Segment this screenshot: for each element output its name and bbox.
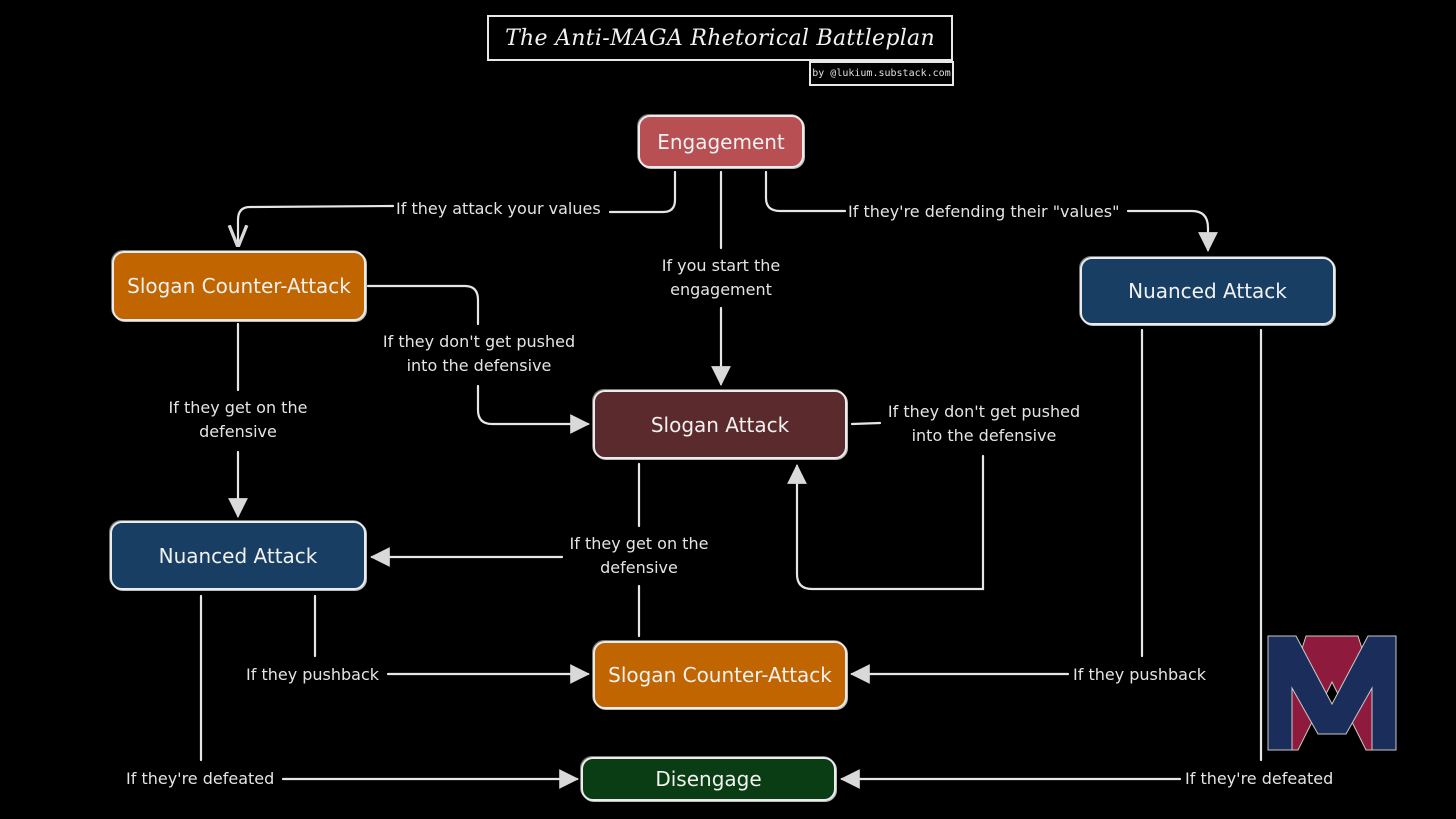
node-disengage: Disengage [581, 757, 836, 801]
edge-not-pushed-right-loop [787, 454, 985, 591]
edge-attack-values-line [608, 170, 677, 214]
node-engagement: Engagement [638, 115, 804, 168]
label-attack-values: If they attack your values [396, 197, 601, 221]
edge-defending-line [764, 170, 847, 213]
edge-not-pushed-left-bottom [476, 384, 590, 434]
label-on-defensive-left-line2: defensive [199, 422, 277, 441]
node-nuanced-attack-left: Nuanced Attack [110, 521, 366, 590]
label-not-pushed-right-line2: into the defensive [911, 426, 1057, 445]
node-slogan-counter-attack-bottom: Slogan Counter-Attack [593, 641, 847, 709]
label-pushback-left: If they pushback [246, 663, 380, 687]
edge-not-pushed-left-top [366, 284, 480, 326]
label-not-pushed-left: If they don't get pushed into the defens… [378, 330, 580, 378]
label-not-pushed-right: If they don't get pushed into the defens… [883, 400, 1085, 448]
label-not-pushed-left-line2: into the defensive [406, 356, 552, 375]
label-pushback-right: If they pushback [1073, 663, 1207, 687]
label-you-start: If you start the engagement [652, 254, 790, 302]
label-you-start-line1: If you start the [661, 256, 781, 275]
label-not-pushed-right-line1: If they don't get pushed [887, 402, 1081, 421]
label-on-defensive-center: If they get on the defensive [563, 532, 715, 580]
label-not-pushed-left-line1: If they don't get pushed [382, 332, 576, 351]
node-slogan-counter-attack-top: Slogan Counter-Attack [112, 251, 366, 321]
node-slogan-attack: Slogan Attack [593, 390, 847, 459]
edge-not-pushed-right-stub [850, 421, 882, 426]
label-defeated-right: If they're defeated [1185, 767, 1334, 791]
label-on-defensive-left-line1: If they get on the [168, 398, 308, 417]
node-nuanced-attack-right: Nuanced Attack [1080, 257, 1335, 325]
edge-attack-values-arrow [238, 204, 395, 245]
label-on-defensive-left: If they get on the defensive [162, 396, 314, 444]
edge-defending-arrow [1126, 209, 1218, 252]
label-defending-values: If they're defending their "values" [848, 200, 1120, 224]
label-defeated-left: If they're defeated [126, 767, 275, 791]
label-on-defensive-center-line1: If they get on the [569, 534, 709, 553]
label-you-start-line2: engagement [670, 280, 772, 299]
monogram-logo [1267, 635, 1397, 751]
label-on-defensive-center-line2: defensive [600, 558, 678, 577]
